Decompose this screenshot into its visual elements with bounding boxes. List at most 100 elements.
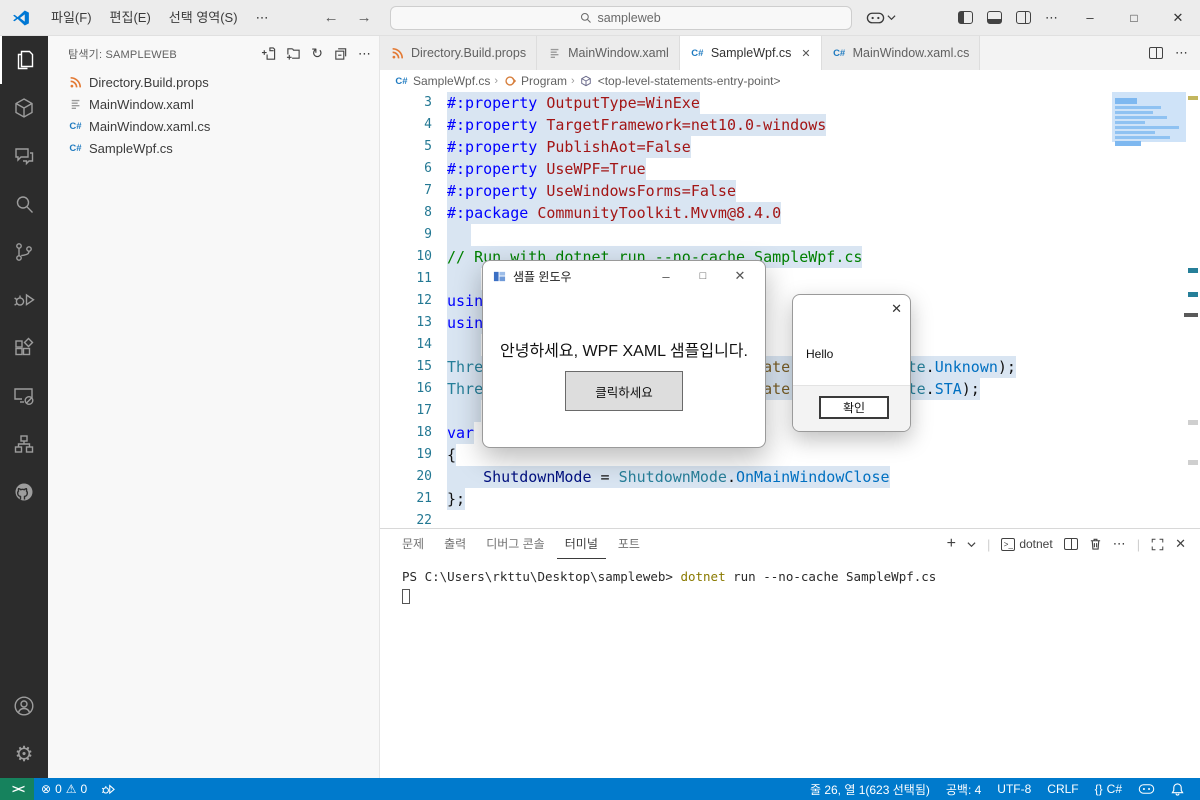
line-number[interactable]: 7 [380, 180, 447, 202]
activity-search-icon[interactable] [0, 180, 48, 228]
language-status[interactable]: {} C# [1087, 778, 1130, 800]
new-file-icon[interactable] [261, 46, 276, 61]
collapse-all-icon[interactable] [333, 46, 348, 61]
code-editor[interactable]: 3 #:property OutputType=WinExe 4 #:property… [380, 92, 1200, 528]
scrollbar-handle[interactable] [1184, 313, 1198, 317]
wpf-close-button[interactable]: ✕ [725, 268, 755, 284]
line-number[interactable]: 17 [380, 400, 447, 422]
editor-tab-Directory.Build.props[interactable]: Directory.Build.props [380, 36, 538, 70]
panel-tab-문제[interactable]: 문제 [394, 529, 432, 559]
line-number[interactable]: 8 [380, 202, 447, 224]
toggle-panel-icon[interactable] [987, 11, 1002, 24]
breadcrumb-item[interactable]: <top-level-statements-entry-point> [579, 74, 780, 88]
eol-status[interactable]: CRLF [1039, 778, 1086, 800]
breadcrumb-item[interactable]: C# SampleWpf.cs [394, 74, 490, 88]
line-number[interactable]: 18 [380, 422, 447, 444]
activity-hierarchy-icon[interactable] [0, 420, 48, 468]
minimap[interactable] [1112, 92, 1186, 146]
activity-containers-icon[interactable] [0, 84, 48, 132]
explorer-more-icon[interactable]: ⋯ [358, 46, 371, 62]
window-maximize-button[interactable]: □ [1112, 0, 1156, 36]
line-number[interactable]: 19 [380, 444, 447, 466]
terminal-content[interactable]: PS C:\Users\rkttu\Desktop\sampleweb> dot… [380, 559, 1200, 778]
menu-edit[interactable]: 편집(E) [101, 0, 160, 36]
activity-chat-icon[interactable] [0, 132, 48, 180]
panel-more-icon[interactable]: ⋯ [1113, 536, 1126, 552]
toggle-secondary-sidebar-icon[interactable] [1016, 11, 1031, 24]
line-number[interactable]: 21 [380, 488, 447, 510]
line-number[interactable]: 10 [380, 246, 447, 268]
editor-actions-more-icon[interactable]: ⋯ [1175, 45, 1188, 61]
notifications-bell[interactable] [1163, 778, 1192, 800]
menu-file[interactable]: 파일(F) [42, 0, 101, 36]
terminal-dropdown-icon[interactable] [967, 541, 976, 548]
wpf-maximize-button[interactable]: □ [688, 270, 718, 282]
line-number[interactable]: 15 [380, 356, 447, 378]
refresh-icon[interactable]: ↻ [311, 45, 323, 62]
hello-message-box[interactable]: ✕ Hello 확인 [792, 294, 911, 432]
close-panel-icon[interactable]: ✕ [1175, 536, 1186, 552]
activity-run-debug-icon[interactable] [0, 276, 48, 324]
new-folder-icon[interactable] [286, 46, 301, 61]
msgbox-ok-button[interactable]: 확인 [819, 396, 889, 419]
encoding-status[interactable]: UTF-8 [989, 778, 1039, 800]
debug-status[interactable] [94, 778, 122, 800]
activity-github-icon[interactable] [0, 468, 48, 516]
panel-tab-터미널[interactable]: 터미널 [556, 529, 606, 559]
line-number[interactable]: 22 [380, 510, 447, 528]
wpf-minimize-button[interactable]: – [651, 269, 681, 284]
copilot-button[interactable] [866, 11, 896, 25]
editor-tab-MainWindow.xaml[interactable]: MainWindow.xaml [537, 36, 680, 70]
activity-source-control-icon[interactable] [0, 228, 48, 276]
menu-selection[interactable]: 선택 영역(S) [160, 0, 247, 36]
command-center-search[interactable]: sampleweb [389, 5, 852, 30]
wpf-click-button[interactable]: 클릭하세요 [565, 371, 683, 411]
remote-indicator[interactable]: >< [0, 778, 35, 800]
back-arrow-icon[interactable]: ← [324, 9, 339, 26]
window-close-button[interactable]: ✕ [1156, 0, 1200, 36]
line-number[interactable]: 12 [380, 290, 447, 312]
panel-tab-출력[interactable]: 출력 [436, 529, 474, 559]
tab-close-icon[interactable]: ✕ [801, 47, 810, 60]
explorer-file-MainWindow.xaml[interactable]: MainWindow.xaml [48, 93, 379, 115]
account-icon[interactable] [0, 682, 48, 730]
settings-gear-icon[interactable]: ⚙ [0, 730, 48, 778]
line-number[interactable]: 14 [380, 334, 447, 356]
line-number[interactable]: 13 [380, 312, 447, 334]
editor-tab-SampleWpf.cs[interactable]: C# SampleWpf.cs ✕ [679, 36, 822, 70]
cursor-position-status[interactable]: 줄 26, 열 1(623 선택됨) [802, 778, 938, 800]
line-number[interactable]: 5 [380, 136, 447, 158]
explorer-file-MainWindow.xaml.cs[interactable]: C# MainWindow.xaml.cs [48, 115, 379, 137]
line-number[interactable]: 20 [380, 466, 447, 488]
line-number[interactable]: 4 [380, 114, 447, 136]
indentation-status[interactable]: 공백: 4 [938, 778, 989, 800]
customize-layout-more[interactable]: ⋯ [1045, 10, 1058, 26]
line-number[interactable]: 16 [380, 378, 447, 400]
msgbox-close-icon[interactable]: ✕ [891, 301, 902, 317]
wpf-sample-window[interactable]: 샘플 윈도우 – □ ✕ 안녕하세요, WPF XAML 샘플입니다. 클릭하세… [482, 260, 766, 448]
split-terminal-icon[interactable] [1063, 538, 1078, 550]
terminal-instance[interactable]: >_ dotnet [1001, 537, 1053, 551]
panel-tab-디버그 콘솔[interactable]: 디버그 콘솔 [478, 529, 553, 559]
line-number[interactable]: 9 [380, 224, 447, 246]
line-number[interactable]: 3 [380, 92, 447, 114]
new-terminal-icon[interactable]: + [947, 535, 956, 553]
activity-remote-explorer-icon[interactable] [0, 372, 48, 420]
explorer-file-SampleWpf.cs[interactable]: C# SampleWpf.cs [48, 137, 379, 159]
problems-status[interactable]: ⊗ 0 ⚠ 0 [34, 778, 94, 800]
forward-arrow-icon[interactable]: → [357, 9, 372, 26]
explorer-file-Directory.Build.props[interactable]: Directory.Build.props [48, 71, 379, 93]
window-minimize-button[interactable]: – [1068, 0, 1112, 36]
panel-tab-포트[interactable]: 포트 [610, 529, 648, 559]
wpf-titlebar[interactable]: 샘플 윈도우 – □ ✕ [483, 261, 765, 291]
split-editor-icon[interactable] [1149, 47, 1163, 59]
activity-extensions-icon[interactable] [0, 324, 48, 372]
kill-terminal-icon[interactable] [1089, 537, 1102, 551]
editor-tab-MainWindow.xaml.cs[interactable]: C# MainWindow.xaml.cs [821, 36, 981, 70]
maximize-panel-icon[interactable] [1151, 538, 1164, 551]
menu-more[interactable]: ⋯ [247, 0, 278, 36]
line-number[interactable]: 11 [380, 268, 447, 290]
activity-explorer-icon[interactable] [0, 36, 48, 84]
copilot-status[interactable] [1130, 778, 1163, 800]
breadcrumb-item[interactable]: Program [502, 74, 567, 88]
